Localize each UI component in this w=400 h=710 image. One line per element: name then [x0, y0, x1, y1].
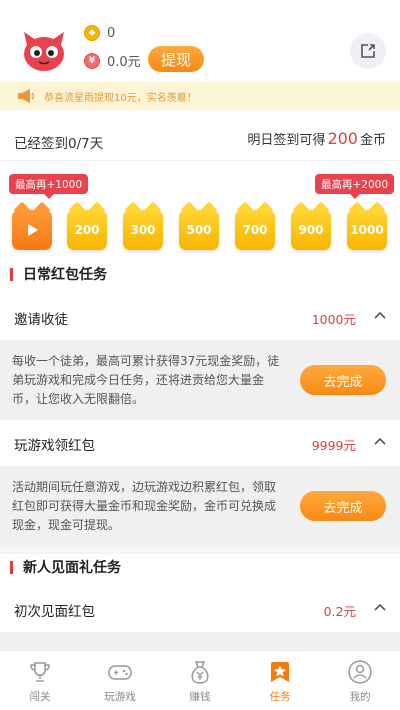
tomorrow-reward: 明日签到可得 200 金币 — [247, 129, 386, 148]
announcement-text: 恭喜流星雨提现10元，实名羡慕！ — [44, 92, 197, 104]
task-name: 初次见面红包 — [14, 604, 95, 620]
checkin-day-5[interactable]: 700 — [235, 201, 275, 250]
task-reward: 1000元 — [311, 312, 356, 327]
day-reward: 1000 — [347, 210, 387, 250]
play-icon — [28, 224, 38, 236]
gold-coin-value: 0 — [107, 25, 116, 41]
cash-balance: ¥ 0.0元 — [84, 51, 141, 70]
bottom-tab-bar: 闯关 玩游戏 赚钱 任务 我的 — [0, 650, 400, 710]
tomorrow-prefix: 明日签到可得 — [247, 133, 326, 148]
tab-games[interactable]: 玩游戏 — [80, 651, 160, 710]
task-first-meet-header[interactable]: 初次见面红包 0.2元 — [0, 586, 400, 632]
tomorrow-suffix: 金币 — [359, 133, 386, 148]
checkin-day-6[interactable]: 900 — [291, 201, 331, 250]
chevron-up-icon[interactable] — [372, 307, 388, 323]
gold-coin-balance: ◆ 0 — [84, 25, 115, 41]
checkin-day-4[interactable]: 500 — [179, 201, 219, 250]
task-game-header[interactable]: 玩游戏领红包 9999元 — [0, 420, 400, 466]
bonus-badge-left: 最高再+1000 — [9, 174, 89, 199]
day-reward: 700 — [235, 210, 275, 250]
daily-tasks-title: 日常红包任务 — [10, 264, 107, 284]
section-label: 日常红包任务 — [23, 267, 107, 283]
tab-label: 任务 — [269, 691, 291, 703]
task-name: 玩游戏领红包 — [14, 438, 95, 454]
complete-task-button[interactable]: 去完成 — [300, 491, 386, 521]
task-first-meet-details — [0, 632, 400, 650]
day-reward: 300 — [123, 210, 163, 250]
tab-earn[interactable]: 赚钱 — [160, 651, 240, 710]
gold-coin-icon: ◆ — [84, 25, 100, 41]
task-reward: 0.2元 — [323, 604, 356, 619]
announcement-banner: 恭喜流星雨提现10元，实名羡慕！ — [0, 82, 400, 110]
tab-label: 赚钱 — [189, 691, 211, 703]
checkin-status: 已经签到0/7天 — [14, 136, 104, 152]
checkin-day-7[interactable]: 1000 — [347, 201, 387, 250]
checkin-day-3[interactable]: 300 — [123, 201, 163, 250]
day-reward: 500 — [179, 210, 219, 250]
task-name: 邀请收徒 — [14, 312, 68, 328]
section-label: 新人见面礼任务 — [23, 560, 121, 576]
share-icon — [361, 44, 375, 58]
task-invite-header[interactable]: 邀请收徒 1000元 — [0, 294, 400, 340]
task-reward: 9999元 — [311, 438, 356, 453]
complete-task-button[interactable]: 去完成 — [300, 365, 386, 395]
withdraw-button[interactable]: 提现 — [148, 46, 204, 72]
cash-value: 0.0元 — [107, 55, 141, 70]
checkin-day-2[interactable]: 200 — [67, 201, 107, 250]
megaphone-icon — [18, 89, 35, 103]
tab-label: 我的 — [349, 691, 371, 703]
task-game-details: 活动期间玩任意游戏，边玩游戏边积累红包，领取红包即可获得大量金币和现金奖励，金币… — [0, 466, 400, 546]
checkin-day-1[interactable] — [12, 201, 52, 250]
tomorrow-amount: 200 — [327, 129, 358, 148]
chevron-up-icon[interactable] — [372, 599, 388, 615]
section-divider — [0, 546, 400, 554]
tab-levels[interactable]: 闯关 — [0, 651, 80, 710]
tab-tasks[interactable]: 任务 — [240, 651, 320, 710]
newbie-tasks-title: 新人见面礼任务 — [10, 557, 121, 577]
share-button[interactable] — [350, 33, 386, 69]
tab-me[interactable]: 我的 — [320, 651, 400, 710]
gamepad-icon — [108, 665, 132, 680]
tab-label: 玩游戏 — [104, 691, 136, 703]
trophy-icon — [30, 662, 50, 682]
checkin-summary: 已经签到0/7天 明日签到可得 200 金币 — [0, 124, 400, 158]
user-icon — [348, 660, 372, 684]
tab-label: 闯关 — [29, 691, 51, 703]
cat-avatar-icon[interactable] — [20, 28, 68, 72]
money-bag-icon — [191, 661, 209, 684]
profile-header: ◆ 0 ¥ 0.0元 提现 — [0, 0, 400, 82]
chevron-up-icon[interactable] — [372, 433, 388, 449]
task-invite-details: 每收一个徒弟，最高可累计获得37元现金奖励，徒弟玩游戏和完成今日任务，还将进贡给… — [0, 340, 400, 420]
task-description: 每收一个徒弟，最高可累计获得37元现金奖励，徒弟玩游戏和完成今日任务，还将进贡给… — [12, 354, 280, 406]
day-reward: 900 — [291, 210, 331, 250]
day-reward: 200 — [67, 210, 107, 250]
star-icon — [271, 662, 289, 682]
task-description: 活动期间玩任意游戏，边玩游戏边积累红包，领取红包即可获得大量金币和现金奖励，金币… — [12, 480, 277, 532]
yuan-coin-icon: ¥ — [84, 52, 100, 69]
bonus-badge-right: 最高再+2000 — [315, 174, 395, 199]
divider — [0, 160, 400, 161]
